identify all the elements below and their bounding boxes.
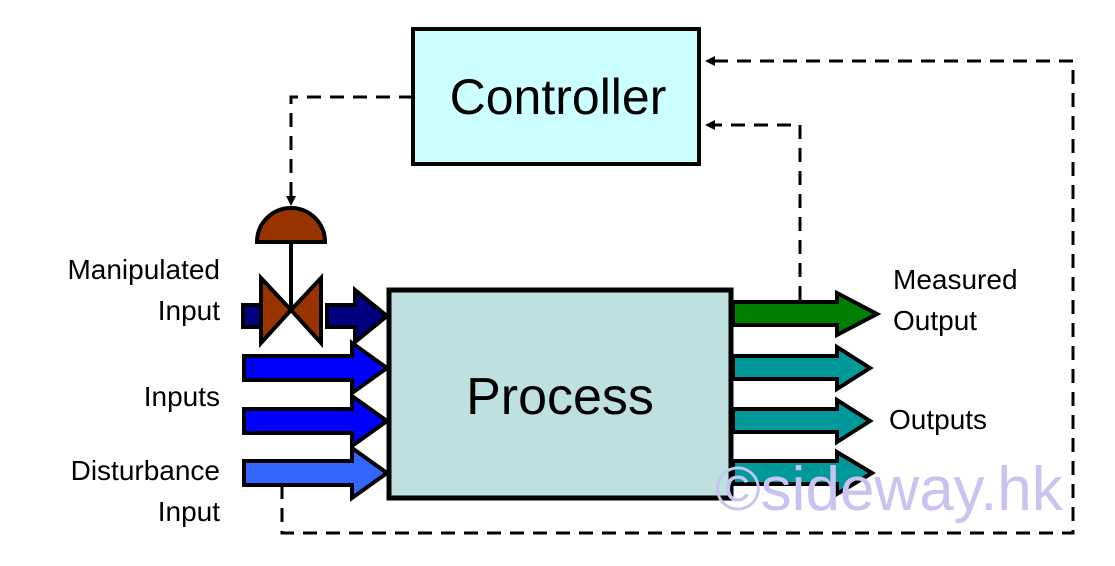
disturbance-input-label-line2: Input bbox=[157, 496, 220, 527]
control-signal-line bbox=[286, 95, 413, 206]
disturbance-input-label-line1: Disturbance bbox=[70, 455, 220, 486]
output-arrow-1 bbox=[731, 343, 874, 393]
manipulated-input-label-line1: Manipulated bbox=[67, 254, 220, 285]
output-arrow-2 bbox=[731, 396, 874, 446]
input-arrow-2 bbox=[242, 392, 391, 450]
feedback-line-measured bbox=[705, 120, 802, 300]
input-arrow-1 bbox=[242, 339, 391, 397]
inputs-label: Inputs bbox=[143, 381, 220, 412]
watermark: ©sideway.hk bbox=[715, 455, 1063, 524]
controller-label: Controller bbox=[449, 69, 667, 125]
measured-output-label-line2: Output bbox=[893, 305, 978, 336]
measured-output-arrow bbox=[731, 289, 882, 339]
outputs-label: Outputs bbox=[889, 404, 988, 435]
disturbance-input-arrow bbox=[242, 444, 391, 502]
measured-output-label-line1: Measured bbox=[893, 264, 1018, 295]
process-label: Process bbox=[466, 368, 654, 426]
valve-icon bbox=[254, 206, 328, 349]
manipulated-input-label-line2: Input bbox=[157, 295, 220, 326]
